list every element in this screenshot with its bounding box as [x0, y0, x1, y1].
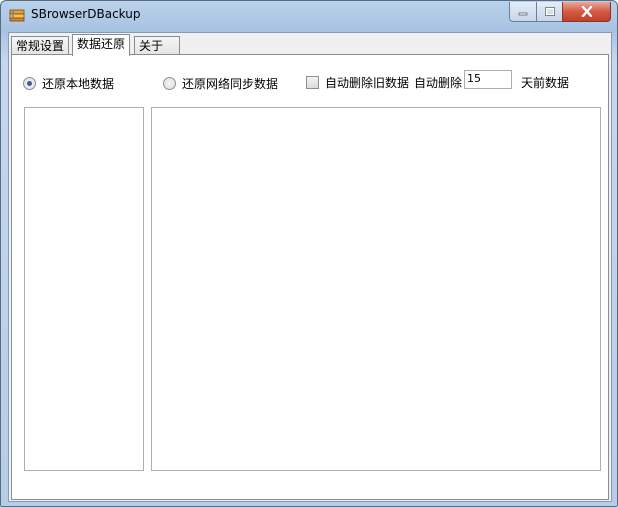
restore-network-label: 还原网络同步数据: [182, 77, 279, 91]
radio-selected-icon: [23, 77, 36, 90]
client-area: 常规设置 数据还原 关于 还原本地数据 还原网络同步数据 自动删除旧数据 自动删…: [8, 32, 612, 502]
backup-file-list[interactable]: [151, 107, 601, 471]
close-icon: [581, 6, 592, 17]
data-restore-panel: 还原本地数据 还原网络同步数据 自动删除旧数据 自动删除 15 天前数据: [11, 54, 609, 500]
backup-date-list[interactable]: [24, 107, 144, 471]
auto-delete-suffix-label: 天前数据: [521, 76, 570, 90]
restore-network-radio[interactable]: 还原网络同步数据: [163, 75, 278, 92]
tab-general-settings[interactable]: 常规设置: [11, 36, 70, 55]
tab-label: 数据还原: [77, 37, 126, 51]
tab-data-restore[interactable]: 数据还原: [72, 34, 131, 56]
maximize-button[interactable]: [536, 2, 563, 22]
app-window: SBrowserDBackup 常规设置 数据还原 关于 还原本地数据 还原网络…: [0, 0, 618, 507]
tab-label: 关于: [139, 39, 164, 53]
window-title: SBrowserDBackup: [31, 7, 141, 21]
tab-label: 常规设置: [16, 39, 65, 53]
minimize-icon: [518, 12, 528, 15]
minimize-button[interactable]: [509, 2, 537, 22]
tab-about[interactable]: 关于: [134, 36, 180, 55]
auto-delete-checkbox[interactable]: 自动删除旧数据: [306, 74, 409, 91]
auto-delete-days-input[interactable]: 15: [464, 70, 512, 89]
auto-delete-prefix-label: 自动删除: [414, 76, 463, 90]
maximize-icon: [544, 7, 555, 16]
close-button[interactable]: [562, 2, 611, 22]
app-icon: [9, 9, 25, 22]
title-bar[interactable]: SBrowserDBackup: [1, 1, 617, 31]
restore-local-radio[interactable]: 还原本地数据: [23, 75, 114, 92]
restore-local-label: 还原本地数据: [42, 77, 115, 91]
radio-unselected-icon: [163, 77, 176, 90]
auto-delete-label: 自动删除旧数据: [325, 76, 410, 90]
checkbox-icon: [306, 76, 319, 89]
